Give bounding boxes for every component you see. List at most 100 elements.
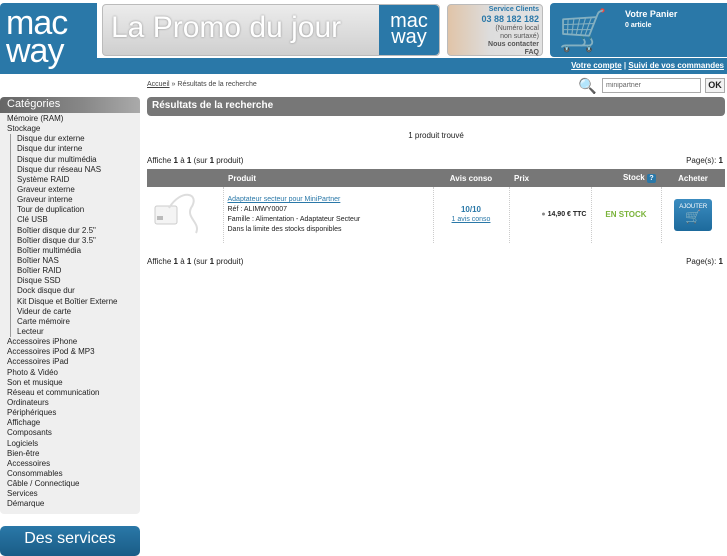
col-rating: Avis conso (433, 169, 509, 187)
reviews-link[interactable]: 1 avis conso (452, 216, 491, 223)
search-ok-button[interactable]: OK (705, 78, 725, 93)
pages-label: Page(s): (686, 156, 719, 165)
breadcrumb-home[interactable]: Accueil (147, 81, 170, 88)
search-input[interactable] (602, 78, 701, 93)
separator: | (623, 61, 627, 70)
sidebar-item[interactable]: Services (7, 489, 140, 499)
sidebar-item[interactable]: Graveur externe (10, 184, 140, 196)
sidebar-item[interactable]: Démarque (7, 499, 140, 509)
account-link[interactable]: Votre compte (571, 61, 622, 70)
pager-text: (sur (191, 156, 210, 165)
sidebar-title: Catégories (0, 97, 140, 113)
rating: 10/10 (460, 205, 482, 214)
product-ref: Réf : ALIMWY0007 (227, 206, 288, 213)
add-to-cart-button[interactable]: AJOUTER 🛒 (674, 199, 713, 231)
sidebar-item[interactable]: Ordinateurs (7, 398, 140, 408)
cart[interactable]: 🛒 Votre Panier 0 article (550, 3, 727, 57)
sidebar-item[interactable]: Boîtier multimédia (10, 245, 140, 256)
sidebar-item[interactable]: Kit Disque et Boîtier Externe (10, 296, 140, 307)
pager-text: (sur (191, 257, 210, 266)
sidebar-item[interactable]: Carte mémoire (10, 316, 140, 327)
service-phone: 03 88 182 182 (481, 14, 539, 24)
sidebar-item[interactable]: Composants (7, 428, 140, 438)
orders-link[interactable]: Suivi de vos commandes (628, 61, 724, 70)
sidebar-item[interactable]: Mémoire (RAM) (7, 114, 140, 124)
pager-text: produit) (214, 257, 244, 266)
sidebar-item[interactable]: Système RAID (10, 174, 140, 185)
col-stock-label: Stock (622, 173, 645, 182)
col-buy: Acheter (661, 169, 725, 187)
buy-cell: AJOUTER 🛒 (661, 187, 725, 243)
sidebar-item[interactable]: Clé USB (10, 215, 140, 226)
sidebar-item[interactable]: Logiciels (7, 439, 140, 449)
sidebar-item[interactable]: Photo & Vidéo (7, 368, 140, 378)
sidebar-item[interactable]: Affichage (7, 418, 140, 428)
breadcrumb: Accueil » Résultats de la recherche (147, 81, 257, 88)
breadcrumb-current: Résultats de la recherche (177, 81, 257, 88)
sidebar-item[interactable]: Périphériques (7, 408, 140, 418)
sidebar-item[interactable]: Tour de duplication (10, 205, 140, 216)
promo-banner[interactable]: La Promo du jour mac way (102, 4, 440, 56)
sidebar-item[interactable]: Réseau et communication (7, 388, 140, 398)
promo-logo: mac way (379, 5, 439, 55)
pages: Page(s): 1 (686, 257, 723, 266)
pager-text: produit) (214, 156, 244, 165)
sidebar-item[interactable]: Câble / Connectique (7, 479, 140, 489)
macway-logo[interactable]: mac way (0, 3, 97, 74)
pager-text: Affiche (147, 156, 174, 165)
rating-cell: 10/10 1 avis conso (433, 187, 510, 243)
account-links: Votre compte | Suivi de vos commandes (571, 61, 724, 70)
sidebar-item[interactable]: Stockage (7, 124, 140, 134)
product-limit: Dans la limite des stocks disponibles (227, 226, 342, 233)
sidebar-item[interactable]: Accessoires (7, 459, 140, 469)
pager-text: Affiche (147, 257, 174, 266)
product-family: Famille : Alimentation - Adaptateur Sect… (227, 216, 361, 223)
sidebar-item[interactable]: Disque dur multimédia (10, 154, 140, 165)
sidebar-item[interactable]: Accessoires iPad (7, 357, 140, 367)
service-note: non surtaxé) (500, 33, 539, 40)
col-price: Prix (509, 169, 591, 187)
contact-link[interactable]: Nous contacter (451, 41, 539, 49)
pager-bottom: Affiche 1 à 1 (sur 1 produit) Page(s): 1 (147, 257, 725, 266)
page-link[interactable]: 1 (719, 156, 723, 165)
sidebar-item[interactable]: Accessoires iPhone (7, 337, 140, 347)
sidebar-item[interactable]: Accessoires iPod & MP3 (7, 347, 140, 357)
product-image[interactable] (147, 187, 224, 243)
logo-text: way (391, 26, 427, 48)
services-banner[interactable]: Des services (0, 526, 140, 556)
page-title: Résultats de la recherche (147, 97, 725, 116)
pager-top: Affiche 1 à 1 (sur 1 produit) Page(s): 1 (147, 156, 725, 165)
product-info: Adaptateur secteur pour MiniPartner Réf :… (223, 187, 434, 243)
promo-text: La Promo du jour (111, 11, 342, 44)
page-link[interactable]: 1 (719, 257, 723, 266)
sidebar-item[interactable]: Videur de carte (10, 306, 140, 317)
sidebar-item[interactable]: Boîtier disque dur 3.5" (10, 235, 140, 246)
sidebar-item[interactable]: Boîtier RAID (10, 266, 140, 277)
sidebar-item[interactable]: Consommables (7, 469, 140, 479)
sidebar-item[interactable]: Lecteur (10, 326, 140, 338)
adapter-image (154, 193, 199, 234)
sidebar-item[interactable]: Disque dur réseau NAS (10, 164, 140, 175)
cart-title: Votre Panier (625, 9, 678, 19)
category-list: Mémoire (RAM) Stockage Disque dur externe D… (0, 114, 140, 509)
sidebar-item[interactable]: Dock disque dur (10, 286, 140, 297)
sidebar-item[interactable]: Disque SSD (10, 276, 140, 287)
sidebar-item[interactable]: Disque dur interne (10, 144, 140, 155)
pages: Page(s): 1 (686, 156, 723, 165)
sidebar-item[interactable]: Boîtier disque dur 2.5" (10, 225, 140, 236)
table-header: Produit Avis conso Prix Stock ? Acheter (147, 169, 725, 187)
price: 14,90 € TTC (547, 211, 587, 218)
sidebar-item[interactable]: Bien-être (7, 449, 140, 459)
sidebar-item[interactable]: Boîtier NAS (10, 255, 140, 267)
cart-icon: 🛒 (685, 209, 702, 224)
help-icon[interactable]: ? (647, 174, 656, 183)
sidebar-item[interactable]: Graveur interne (10, 195, 140, 206)
product-link[interactable]: Adaptateur secteur pour MiniPartner (228, 196, 341, 203)
cart-icon: 🛒 (558, 9, 608, 53)
sidebar-item[interactable]: Disque dur externe (10, 134, 140, 145)
faq-link[interactable]: FAQ (451, 49, 539, 57)
sidebar-item[interactable]: Son et musique (7, 378, 140, 388)
customer-service[interactable]: Service Clients 03 88 182 182 (Numéro lo… (447, 4, 543, 56)
service-title: Service Clients (488, 6, 539, 13)
pager-text: à (178, 257, 187, 266)
